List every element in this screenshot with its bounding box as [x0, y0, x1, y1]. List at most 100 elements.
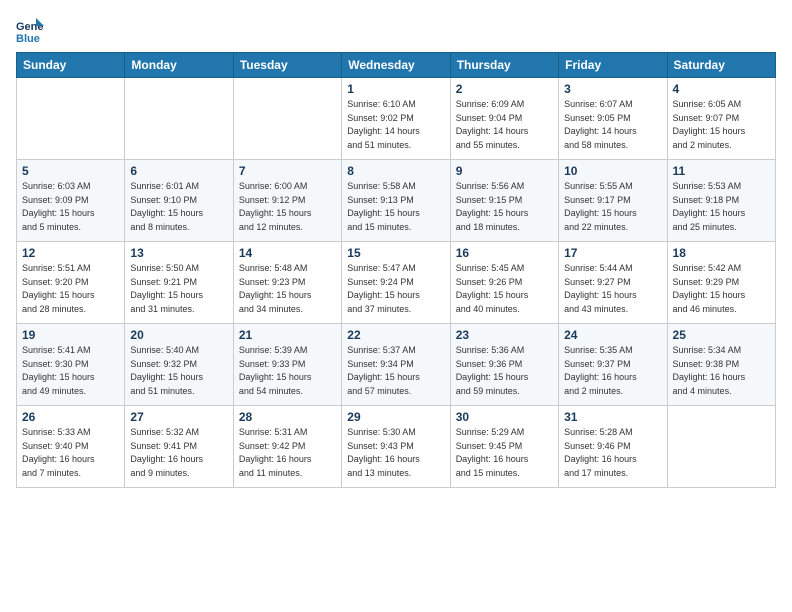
- calendar-week-3: 12 Sunrise: 5:51 AM Sunset: 9:20 PM Dayli…: [17, 242, 776, 324]
- day-info: Sunrise: 5:44 AM Sunset: 9:27 PM Dayligh…: [564, 262, 661, 316]
- day-number: 3: [564, 82, 661, 96]
- day-info: Sunrise: 5:51 AM Sunset: 9:20 PM Dayligh…: [22, 262, 119, 316]
- day-number: 28: [239, 410, 336, 424]
- calendar-cell: 31Sunrise: 5:28 AM Sunset: 9:46 PM Dayli…: [559, 406, 667, 488]
- calendar-week-5: 26 Sunrise: 5:33 AM Sunset: 9:40 PM Dayli…: [17, 406, 776, 488]
- calendar-cell: 16 Sunrise: 5:45 AM Sunset: 9:26 PM Dayli…: [450, 242, 558, 324]
- day-number: 7: [239, 164, 336, 178]
- day-info: Sunrise: 5:39 AM Sunset: 9:33 PM Dayligh…: [239, 344, 336, 398]
- weekday-header-sunday: Sunday: [17, 53, 125, 78]
- calendar-cell: 15Sunrise: 5:47 AM Sunset: 9:24 PM Dayli…: [342, 242, 450, 324]
- day-number: 21: [239, 328, 336, 342]
- day-info: Sunrise: 5:31 AM Sunset: 9:42 PM Dayligh…: [239, 426, 336, 480]
- calendar-cell: 6 Sunrise: 6:01 AM Sunset: 9:10 PM Daylig…: [125, 160, 233, 242]
- calendar-week-1: 1 Sunrise: 6:10 AM Sunset: 9:02 PM Daylig…: [17, 78, 776, 160]
- day-number: 5: [22, 164, 119, 178]
- weekday-header-thursday: Thursday: [450, 53, 558, 78]
- day-number: 27: [130, 410, 227, 424]
- calendar-table: SundayMondayTuesdayWednesdayThursdayFrid…: [16, 52, 776, 488]
- calendar-cell: 4 Sunrise: 6:05 AM Sunset: 9:07 PM Daylig…: [667, 78, 775, 160]
- day-info: Sunrise: 5:45 AM Sunset: 9:26 PM Dayligh…: [456, 262, 553, 316]
- day-number: 14: [239, 246, 336, 260]
- day-number: 23: [456, 328, 553, 342]
- day-number: 18: [673, 246, 770, 260]
- calendar-cell: 3 Sunrise: 6:07 AM Sunset: 9:05 PM Daylig…: [559, 78, 667, 160]
- day-info: Sunrise: 5:37 AM Sunset: 9:34 PM Dayligh…: [347, 344, 444, 398]
- calendar-cell: 26 Sunrise: 5:33 AM Sunset: 9:40 PM Dayli…: [17, 406, 125, 488]
- day-info: Sunrise: 5:35 AM Sunset: 9:37 PM Dayligh…: [564, 344, 661, 398]
- day-number: 10: [564, 164, 661, 178]
- day-number: 17: [564, 246, 661, 260]
- calendar-cell: [17, 78, 125, 160]
- weekday-header-wednesday: Wednesday: [342, 53, 450, 78]
- calendar-cell: 30Sunrise: 5:29 AM Sunset: 9:45 PM Dayli…: [450, 406, 558, 488]
- calendar-cell: 19 Sunrise: 5:41 AM Sunset: 9:30 PM Dayli…: [17, 324, 125, 406]
- calendar-cell: 23 Sunrise: 5:36 AM Sunset: 9:36 PM Dayli…: [450, 324, 558, 406]
- day-info: Sunrise: 5:30 AM Sunset: 9:43 PM Dayligh…: [347, 426, 444, 480]
- day-info: Sunrise: 5:53 AM Sunset: 9:18 PM Dayligh…: [673, 180, 770, 234]
- calendar-header: SundayMondayTuesdayWednesdayThursdayFrid…: [17, 53, 776, 78]
- calendar-cell: [233, 78, 341, 160]
- day-number: 26: [22, 410, 119, 424]
- day-number: 29: [347, 410, 444, 424]
- calendar-cell: [667, 406, 775, 488]
- day-number: 24: [564, 328, 661, 342]
- page-header: General Blue: [16, 16, 776, 44]
- logo-icon: General Blue: [16, 16, 44, 44]
- day-info: Sunrise: 5:55 AM Sunset: 9:17 PM Dayligh…: [564, 180, 661, 234]
- day-number: 30: [456, 410, 553, 424]
- day-number: 19: [22, 328, 119, 342]
- calendar-cell: 17 Sunrise: 5:44 AM Sunset: 9:27 PM Dayli…: [559, 242, 667, 324]
- weekday-header-tuesday: Tuesday: [233, 53, 341, 78]
- day-number: 6: [130, 164, 227, 178]
- day-info: Sunrise: 6:05 AM Sunset: 9:07 PM Dayligh…: [673, 98, 770, 152]
- calendar-cell: 18 Sunrise: 5:42 AM Sunset: 9:29 PM Dayli…: [667, 242, 775, 324]
- calendar-cell: 13Sunrise: 5:50 AM Sunset: 9:21 PM Dayli…: [125, 242, 233, 324]
- day-info: Sunrise: 5:41 AM Sunset: 9:30 PM Dayligh…: [22, 344, 119, 398]
- day-info: Sunrise: 5:32 AM Sunset: 9:41 PM Dayligh…: [130, 426, 227, 480]
- day-info: Sunrise: 5:58 AM Sunset: 9:13 PM Dayligh…: [347, 180, 444, 234]
- calendar-cell: 22 Sunrise: 5:37 AM Sunset: 9:34 PM Dayli…: [342, 324, 450, 406]
- weekday-header-monday: Monday: [125, 53, 233, 78]
- weekday-header-friday: Friday: [559, 53, 667, 78]
- day-number: 12: [22, 246, 119, 260]
- day-info: Sunrise: 5:36 AM Sunset: 9:36 PM Dayligh…: [456, 344, 553, 398]
- day-info: Sunrise: 5:33 AM Sunset: 9:40 PM Dayligh…: [22, 426, 119, 480]
- calendar-cell: 8Sunrise: 5:58 AM Sunset: 9:13 PM Daylig…: [342, 160, 450, 242]
- weekday-header-saturday: Saturday: [667, 53, 775, 78]
- day-number: 11: [673, 164, 770, 178]
- calendar-cell: 10 Sunrise: 5:55 AM Sunset: 9:17 PM Dayli…: [559, 160, 667, 242]
- calendar-cell: 5Sunrise: 6:03 AM Sunset: 9:09 PM Daylig…: [17, 160, 125, 242]
- day-number: 25: [673, 328, 770, 342]
- day-info: Sunrise: 5:56 AM Sunset: 9:15 PM Dayligh…: [456, 180, 553, 234]
- calendar-cell: 7 Sunrise: 6:00 AM Sunset: 9:12 PM Daylig…: [233, 160, 341, 242]
- calendar-cell: 14Sunrise: 5:48 AM Sunset: 9:23 PM Dayli…: [233, 242, 341, 324]
- day-info: Sunrise: 6:01 AM Sunset: 9:10 PM Dayligh…: [130, 180, 227, 234]
- calendar-cell: 2Sunrise: 6:09 AM Sunset: 9:04 PM Daylig…: [450, 78, 558, 160]
- calendar-cell: 28 Sunrise: 5:31 AM Sunset: 9:42 PM Dayli…: [233, 406, 341, 488]
- weekday-header-row: SundayMondayTuesdayWednesdayThursdayFrid…: [17, 53, 776, 78]
- logo: General Blue: [16, 16, 48, 44]
- calendar-week-4: 19 Sunrise: 5:41 AM Sunset: 9:30 PM Dayli…: [17, 324, 776, 406]
- day-number: 20: [130, 328, 227, 342]
- day-number: 4: [673, 82, 770, 96]
- day-info: Sunrise: 6:10 AM Sunset: 9:02 PM Dayligh…: [347, 98, 444, 152]
- calendar-cell: 24 Sunrise: 5:35 AM Sunset: 9:37 PM Dayli…: [559, 324, 667, 406]
- calendar-cell: 11 Sunrise: 5:53 AM Sunset: 9:18 PM Dayli…: [667, 160, 775, 242]
- day-info: Sunrise: 6:07 AM Sunset: 9:05 PM Dayligh…: [564, 98, 661, 152]
- day-number: 22: [347, 328, 444, 342]
- day-info: Sunrise: 5:40 AM Sunset: 9:32 PM Dayligh…: [130, 344, 227, 398]
- day-info: Sunrise: 5:42 AM Sunset: 9:29 PM Dayligh…: [673, 262, 770, 316]
- day-info: Sunrise: 6:00 AM Sunset: 9:12 PM Dayligh…: [239, 180, 336, 234]
- calendar-cell: 1 Sunrise: 6:10 AM Sunset: 9:02 PM Daylig…: [342, 78, 450, 160]
- day-number: 13: [130, 246, 227, 260]
- calendar-body: 1 Sunrise: 6:10 AM Sunset: 9:02 PM Daylig…: [17, 78, 776, 488]
- day-number: 16: [456, 246, 553, 260]
- day-info: Sunrise: 6:09 AM Sunset: 9:04 PM Dayligh…: [456, 98, 553, 152]
- calendar-cell: 12 Sunrise: 5:51 AM Sunset: 9:20 PM Dayli…: [17, 242, 125, 324]
- day-number: 1: [347, 82, 444, 96]
- day-number: 9: [456, 164, 553, 178]
- calendar-cell: 29 Sunrise: 5:30 AM Sunset: 9:43 PM Dayli…: [342, 406, 450, 488]
- calendar-cell: [125, 78, 233, 160]
- calendar-cell: 9 Sunrise: 5:56 AM Sunset: 9:15 PM Daylig…: [450, 160, 558, 242]
